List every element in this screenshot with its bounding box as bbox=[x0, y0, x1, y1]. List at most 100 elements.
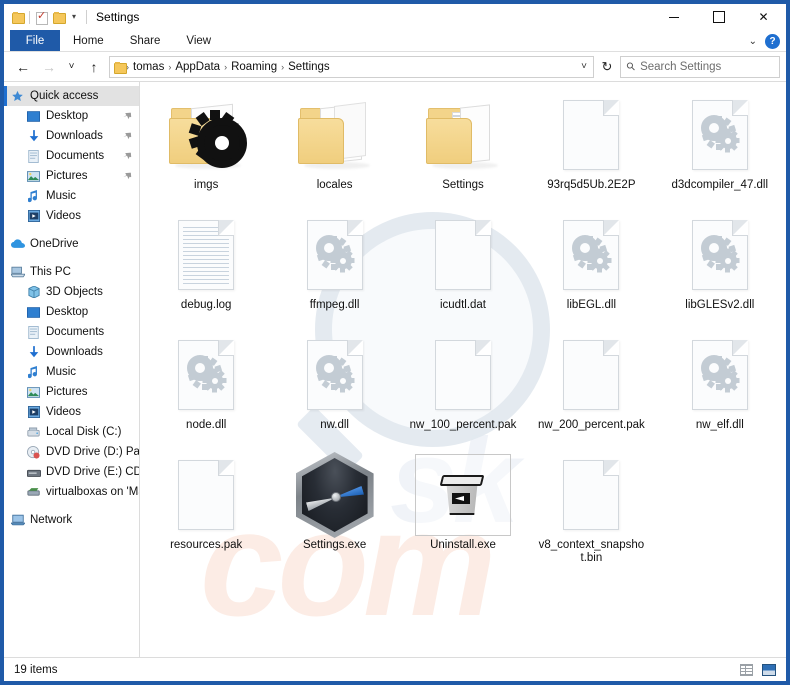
pin-icon[interactable] bbox=[121, 150, 134, 163]
ribbon-right-controls: ⌄ ? bbox=[749, 30, 780, 52]
sidebar-item-3d-objects[interactable]: 3D Objects bbox=[4, 282, 139, 302]
file-item[interactable]: imgs bbox=[142, 90, 270, 210]
sidebar-item-downloads[interactable]: Downloads bbox=[4, 126, 139, 146]
file-icon-file-gears[interactable] bbox=[287, 334, 383, 416]
sidebar-item-quick-access[interactable]: Quick access bbox=[4, 86, 139, 106]
explorer-icon[interactable] bbox=[12, 12, 25, 24]
network-icon bbox=[10, 513, 25, 528]
maximize-button[interactable] bbox=[696, 4, 741, 30]
file-item[interactable]: resources.pak bbox=[142, 450, 270, 570]
sidebar-item-documents[interactable]: Documents bbox=[4, 322, 139, 342]
file-icon-folder-papers[interactable] bbox=[287, 94, 383, 176]
breadcrumb-item-appdata[interactable]: AppData bbox=[172, 61, 223, 73]
breadcrumb-item-tomas[interactable]: tomas bbox=[130, 61, 167, 73]
forward-button[interactable]: → bbox=[36, 55, 62, 79]
file-item[interactable]: ffmpeg.dll bbox=[270, 210, 398, 330]
window-controls: ✕ bbox=[651, 4, 786, 30]
file-icon-file-gears[interactable] bbox=[672, 94, 768, 176]
file-item[interactable]: nw_200_percent.pak bbox=[527, 330, 655, 450]
search-box[interactable]: ⚲ Search Settings bbox=[620, 55, 780, 78]
pin-icon[interactable] bbox=[121, 130, 134, 143]
sidebar-item-music[interactable]: Music bbox=[4, 186, 139, 206]
sidebar-item-dvd-drive-d-paral[interactable]: DVD Drive (D:) Paral bbox=[4, 442, 139, 462]
large-icons-view-icon[interactable] bbox=[762, 663, 776, 676]
file-list-pane[interactable]: com sk imgs locales Settings93rq5d5Ub.2E… bbox=[140, 82, 786, 657]
refresh-button[interactable]: ↻ bbox=[594, 56, 620, 78]
help-icon[interactable]: ? bbox=[765, 33, 780, 49]
file-item[interactable]: Settings.exe bbox=[270, 450, 398, 570]
minimize-button[interactable] bbox=[651, 4, 696, 30]
properties-icon[interactable] bbox=[36, 10, 48, 25]
recent-locations-button[interactable]: ˅ bbox=[62, 55, 81, 79]
file-item[interactable]: libEGL.dll bbox=[527, 210, 655, 330]
sidebar-item-desktop[interactable]: Desktop bbox=[4, 106, 139, 126]
tab-file[interactable]: File bbox=[10, 30, 60, 51]
sidebar-item-local-disk-c[interactable]: Local Disk (C:) bbox=[4, 422, 139, 442]
pin-icon[interactable] bbox=[121, 110, 134, 123]
file-icon-file-gears[interactable] bbox=[672, 334, 768, 416]
file-item[interactable]: nw_elf.dll bbox=[656, 330, 784, 450]
file-name-label: locales bbox=[316, 179, 353, 191]
sidebar-item-onedrive[interactable]: OneDrive bbox=[4, 234, 139, 254]
details-view-icon[interactable] bbox=[740, 663, 753, 676]
chevron-down-icon[interactable]: ⌄ bbox=[749, 36, 757, 47]
back-button[interactable]: ← bbox=[10, 55, 36, 79]
file-icon-file-gears[interactable] bbox=[543, 214, 639, 296]
sidebar-item-dvd-drive-e-cdro[interactable]: DVD Drive (E:) CDRO bbox=[4, 462, 139, 482]
file-icon-folder-striped[interactable] bbox=[415, 94, 511, 176]
sidebar-item-virtualboxas-on-ma[interactable]: virtualboxas on 'Ma bbox=[4, 482, 139, 502]
sidebar-item-this-pc[interactable]: This PC bbox=[4, 262, 139, 282]
customize-qat-icon[interactable]: ▾ bbox=[70, 13, 78, 21]
file-item[interactable]: nw_100_percent.pak bbox=[399, 330, 527, 450]
breadcrumb-item-settings[interactable]: Settings bbox=[285, 61, 333, 73]
sidebar-item-documents[interactable]: Documents bbox=[4, 146, 139, 166]
sidebar-item-desktop[interactable]: Desktop bbox=[4, 302, 139, 322]
file-icon-file-blank[interactable] bbox=[543, 334, 639, 416]
file-item[interactable]: icudtl.dat bbox=[399, 210, 527, 330]
file-icon-file-gears[interactable] bbox=[672, 214, 768, 296]
file-name-label: imgs bbox=[194, 179, 219, 191]
file-icon-file-blank[interactable] bbox=[543, 94, 639, 176]
address-bar[interactable]: › tomas › AppData › Roaming › Settings ˅ bbox=[109, 55, 594, 78]
file-icon-exe-compass[interactable] bbox=[287, 452, 383, 538]
sidebar-item-label: Downloads bbox=[46, 346, 103, 358]
file-item[interactable]: Settings bbox=[399, 90, 527, 210]
file-item[interactable]: locales bbox=[270, 90, 398, 210]
file-icon-exe-trash[interactable] bbox=[414, 454, 511, 536]
sidebar-item-network[interactable]: Network bbox=[4, 510, 139, 530]
file-item[interactable]: libGLESv2.dll bbox=[656, 210, 784, 330]
sidebar-item-music[interactable]: Music bbox=[4, 362, 139, 382]
file-icon-folder-gear[interactable] bbox=[158, 94, 254, 176]
file-item[interactable]: 93rq5d5Ub.2E2P bbox=[527, 90, 655, 210]
sidebar-item-videos[interactable]: Videos bbox=[4, 206, 139, 226]
file-item[interactable]: v8_context_snapshot.bin bbox=[527, 450, 655, 570]
sidebar-item-pictures[interactable]: Pictures bbox=[4, 166, 139, 186]
file-icon-file-gears[interactable] bbox=[158, 334, 254, 416]
file-item[interactable]: d3dcompiler_47.dll bbox=[656, 90, 784, 210]
file-item[interactable]: Uninstall.exe bbox=[399, 450, 527, 570]
file-icon-file-blank[interactable] bbox=[543, 454, 639, 536]
sidebar-item-downloads[interactable]: Downloads bbox=[4, 342, 139, 362]
file-icon-file-blank[interactable] bbox=[415, 334, 511, 416]
tab-view[interactable]: View bbox=[173, 30, 224, 51]
file-item[interactable]: node.dll bbox=[142, 330, 270, 450]
sidebar-item-pictures[interactable]: Pictures bbox=[4, 382, 139, 402]
file-name-label: node.dll bbox=[186, 419, 227, 431]
file-item[interactable]: nw.dll bbox=[270, 330, 398, 450]
file-icon-file-lines[interactable] bbox=[158, 214, 254, 296]
address-dropdown-icon[interactable]: ˅ bbox=[581, 61, 587, 72]
new-folder-icon[interactable] bbox=[53, 12, 66, 24]
file-icon-file-blank[interactable] bbox=[158, 454, 254, 536]
file-icon-file-blank[interactable] bbox=[415, 214, 511, 296]
file-icon-file-gears[interactable] bbox=[287, 214, 383, 296]
breadcrumb-item-roaming[interactable]: Roaming bbox=[228, 61, 280, 73]
pin-icon[interactable] bbox=[121, 170, 134, 183]
close-button[interactable]: ✕ bbox=[741, 4, 786, 30]
dvd-icon bbox=[26, 445, 41, 460]
tab-share[interactable]: Share bbox=[117, 30, 174, 51]
up-button[interactable]: ↑ bbox=[81, 55, 107, 79]
tab-home[interactable]: Home bbox=[60, 30, 117, 51]
file-item[interactable]: debug.log bbox=[142, 210, 270, 330]
sidebar-item-videos[interactable]: Videos bbox=[4, 402, 139, 422]
document-glyph bbox=[691, 220, 748, 290]
